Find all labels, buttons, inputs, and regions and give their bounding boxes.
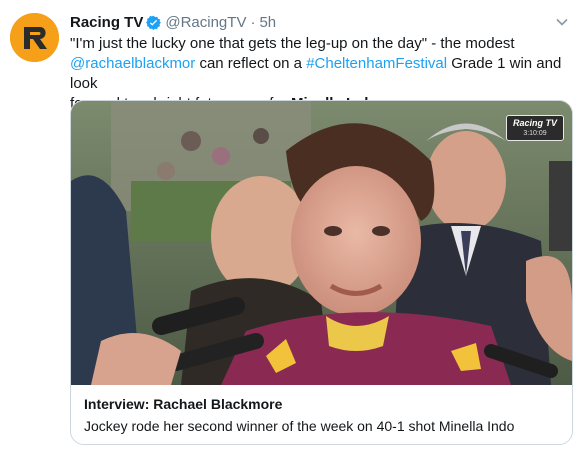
hashtag-link[interactable]: #CheltenhamFestival — [306, 55, 447, 72]
card-body[interactable]: Interview: Rachael Blackmore Jockey rode… — [71, 385, 572, 444]
link-card[interactable]: Racing TV 3:10:09 Interview: Rachael Bla… — [70, 100, 573, 445]
card-video-thumbnail[interactable]: Racing TV 3:10:09 — [71, 101, 572, 385]
card-title: Interview: Rachael Blackmore — [84, 396, 283, 412]
tweet-text-mid: can reflect on a — [195, 55, 307, 72]
watermark-brand: Racing TV — [512, 118, 557, 128]
mention-link[interactable]: @rachaelblackmor — [70, 55, 195, 72]
verified-badge-icon — [146, 15, 162, 30]
tweet-text-line1: "I'm just the lucky one that gets the le… — [70, 35, 515, 52]
avatar[interactable] — [10, 13, 59, 62]
account-name[interactable]: Racing TV — [70, 14, 143, 31]
chevron-down-icon[interactable] — [555, 15, 569, 29]
video-watermark: Racing TV 3:10:09 — [506, 115, 564, 141]
interview-scene-image — [71, 101, 572, 385]
account-handle[interactable]: @RacingTV — [165, 14, 246, 31]
racing-tv-logo-icon — [10, 13, 59, 62]
separator-dot: · — [250, 13, 256, 31]
watermark-time: 3:10:09 — [523, 130, 547, 137]
tweet-header: Racing TV @RacingTV · 5h — [70, 12, 276, 32]
tweet-timestamp[interactable]: 5h — [259, 14, 276, 31]
card-description: Jockey rode her second winner of the wee… — [84, 418, 515, 434]
